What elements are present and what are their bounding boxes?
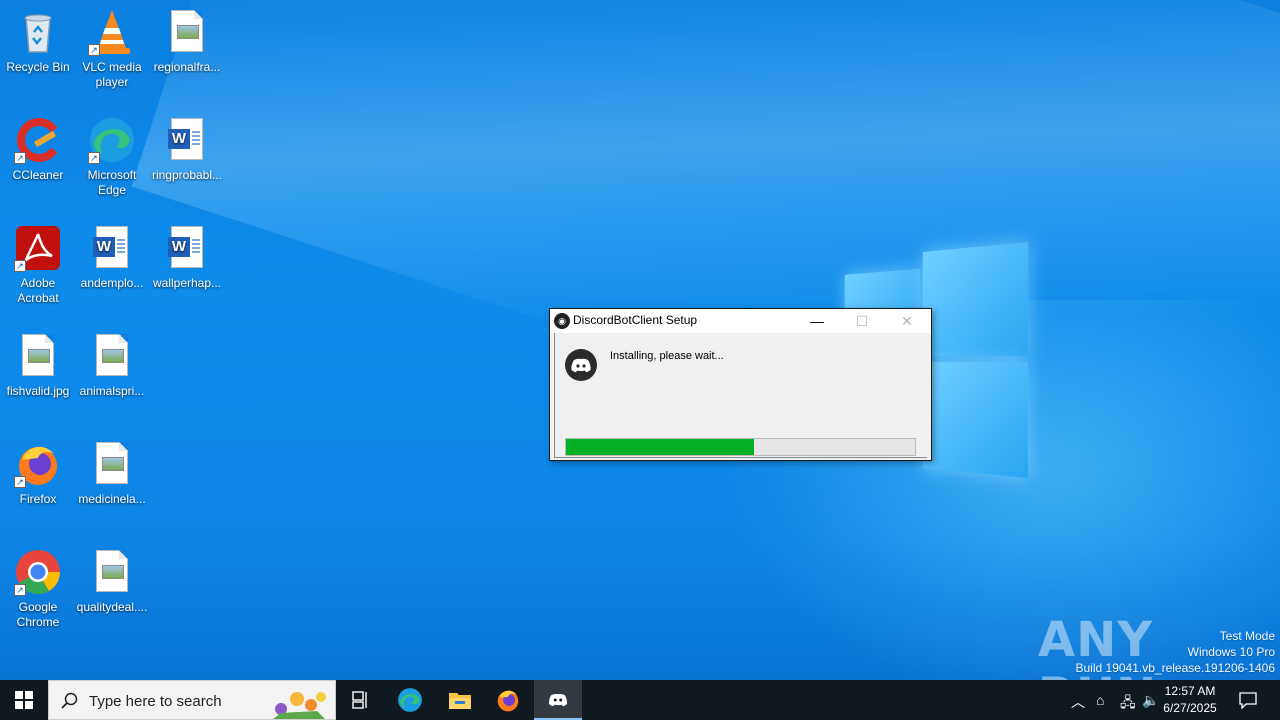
windows-edition-text: Windows 10 Pro — [1187, 645, 1275, 659]
word-document-icon: W — [163, 224, 211, 272]
taskbar-file-explorer-button[interactable] — [436, 680, 484, 720]
desktop-icon-label: ringprobabl... — [151, 168, 223, 182]
volume-icon[interactable]: 🔈 — [1142, 692, 1159, 709]
clock-date: 6/27/2025 — [1163, 701, 1217, 715]
setup-dialog[interactable]: ◉ DiscordBotClient Setup — ☐ ✕ Installin… — [549, 308, 932, 461]
install-progress-bar — [565, 438, 916, 456]
notification-icon — [1239, 692, 1257, 709]
taskbar: Type here to search ︿ ⌂ 🖧 🔈 12:57 AM 6/2… — [0, 680, 1280, 720]
taskbar-search-box[interactable]: Type here to search — [48, 680, 336, 720]
taskbar-edge-button[interactable] — [386, 680, 434, 720]
image-file-icon — [88, 332, 136, 380]
install-status-text: Installing, please wait... — [610, 350, 724, 362]
desktop: Recycle Bin ↗ CCleaner ↗ Adobe Acrobat f… — [0, 0, 1280, 680]
desktop-icon-label: VLC media player — [82, 60, 142, 89]
firefox-icon: ↗ — [14, 440, 62, 488]
search-icon — [61, 692, 78, 709]
recycle-bin-icon — [14, 8, 62, 56]
word-document-icon: W — [163, 116, 211, 164]
firefox-icon — [497, 690, 519, 712]
search-highlight-flowers-icon — [273, 692, 326, 719]
desktop-icon-ringprobabl[interactable]: W ringprobabl... — [149, 116, 225, 183]
dialog-body: Installing, please wait... — [554, 333, 927, 458]
desktop-icon-recycle-bin[interactable]: Recycle Bin — [0, 8, 76, 75]
image-file-icon — [88, 440, 136, 488]
discord-icon — [548, 693, 568, 707]
desktop-icon-label: regionalfra... — [153, 60, 221, 74]
desktop-icon-label: Google Chrome — [16, 600, 60, 629]
windows-watermark: Test Mode Windows 10 Pro Build 19041.vb_… — [1076, 628, 1276, 676]
maximize-button: ☐ — [855, 313, 869, 329]
image-file-icon — [88, 548, 136, 596]
discord-logo-icon — [565, 349, 597, 381]
chrome-icon: ↗ — [14, 548, 62, 596]
clock-time: 12:57 AM — [1164, 684, 1216, 698]
desktop-icon-microsoft-edge[interactable]: ↗ Microsoft Edge — [74, 116, 150, 198]
discord-icon: ◉ — [554, 313, 570, 329]
desktop-icon-google-chrome[interactable]: ↗ Google Chrome — [0, 548, 76, 630]
desktop-icon-label: Firefox — [19, 492, 57, 506]
desktop-icon-fishvalid[interactable]: fishvalid.jpg — [0, 332, 76, 399]
vlc-cone-icon: ↗ — [88, 8, 136, 56]
desktop-icon-label: Recycle Bin — [6, 60, 70, 74]
progress-fill — [566, 439, 755, 455]
taskbar-clock[interactable]: 12:57 AM 6/27/2025 — [1160, 683, 1220, 717]
start-button[interactable] — [0, 680, 48, 720]
desktop-icon-label: fishvalid.jpg — [6, 384, 70, 398]
desktop-icon-label: Adobe Acrobat — [17, 276, 59, 305]
desktop-icon-adobe-acrobat[interactable]: ↗ Adobe Acrobat — [0, 224, 76, 306]
desktop-icon-label: CCleaner — [12, 168, 64, 182]
network-icon[interactable]: 🖧 — [1120, 692, 1136, 716]
show-hidden-icons-chevron-icon[interactable]: ︿ — [1071, 692, 1085, 712]
desktop-icon-wallperhap[interactable]: W wallperhap... — [149, 224, 225, 291]
folder-icon — [449, 693, 471, 709]
task-view-icon — [352, 691, 367, 709]
adobe-acrobat-icon: ↗ — [14, 224, 62, 272]
image-file-icon — [14, 332, 62, 380]
word-document-icon: W — [88, 224, 136, 272]
desktop-icon-qualitydeal[interactable]: qualitydeal.... — [74, 548, 150, 615]
close-button: ✕ — [901, 313, 913, 329]
build-text: Build 19041.vb_release.191206-1406 — [1075, 661, 1276, 675]
minimize-button[interactable]: — — [794, 309, 840, 333]
taskbar-firefox-button[interactable] — [484, 680, 532, 720]
task-view-button[interactable] — [336, 680, 384, 720]
action-center-button[interactable] — [1226, 680, 1270, 720]
desktop-icon-vlc[interactable]: ↗ VLC media player — [74, 8, 150, 90]
desktop-icon-label: Microsoft Edge — [87, 168, 137, 197]
desktop-icon-label: wallperhap... — [152, 276, 222, 290]
windows-start-icon — [15, 691, 33, 709]
desktop-icon-animalspri[interactable]: animalspri... — [74, 332, 150, 399]
dialog-titlebar[interactable]: ◉ DiscordBotClient Setup — ☐ ✕ — [550, 309, 931, 333]
tray-app-icon[interactable]: ⌂ — [1096, 692, 1104, 708]
desktop-icon-medicinela[interactable]: medicinela... — [74, 440, 150, 507]
test-mode-text: Test Mode — [1219, 629, 1275, 643]
desktop-icon-ccleaner[interactable]: ↗ CCleaner — [0, 116, 76, 183]
desktop-icon-label: animalspri... — [79, 384, 145, 398]
desktop-icon-firefox[interactable]: ↗ Firefox — [0, 440, 76, 507]
desktop-icon-andemplo[interactable]: W andemplo... — [74, 224, 150, 291]
dialog-title: DiscordBotClient Setup — [573, 313, 698, 327]
ccleaner-icon: ↗ — [14, 116, 62, 164]
image-file-icon — [163, 8, 211, 56]
edge-icon — [398, 688, 422, 712]
edge-icon: ↗ — [88, 116, 136, 164]
desktop-icon-regionalfra[interactable]: regionalfra... — [149, 8, 225, 75]
desktop-icon-label: qualitydeal.... — [76, 600, 148, 614]
taskbar-discord-button[interactable] — [534, 680, 582, 720]
search-placeholder: Type here to search — [89, 693, 222, 710]
desktop-icon-label: medicinela... — [78, 492, 146, 506]
desktop-icon-label: andemplo... — [80, 276, 144, 290]
